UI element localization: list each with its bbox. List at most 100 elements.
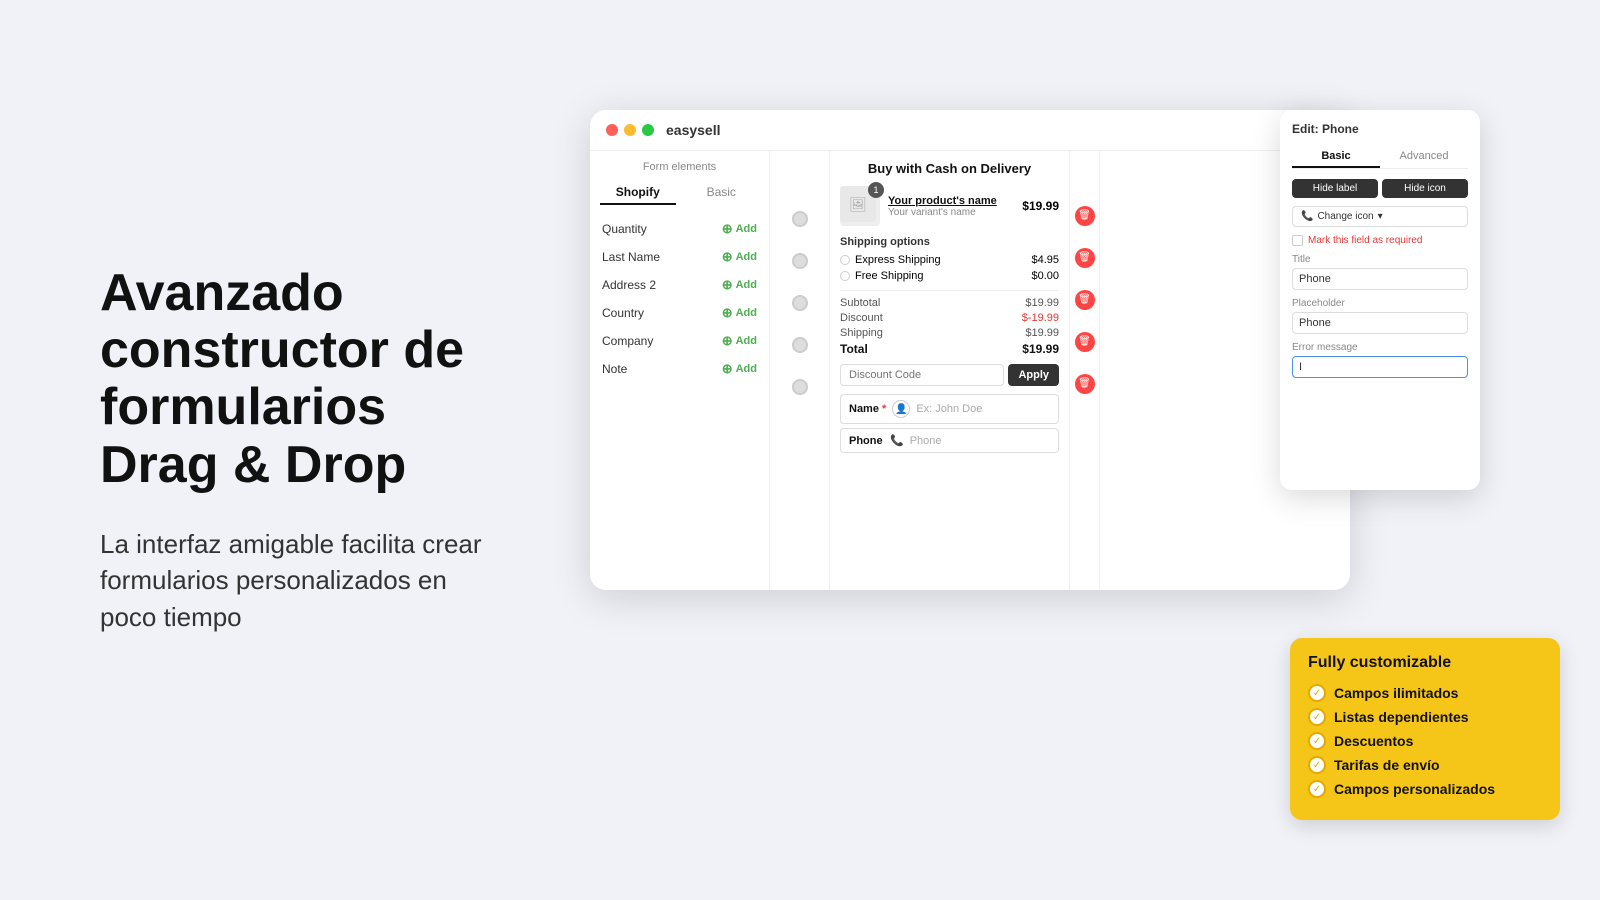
phone-small-icon: 📞 xyxy=(1301,211,1313,222)
product-variant: Your variant's name xyxy=(888,207,1014,218)
add-address2-button[interactable]: ⊕ Add xyxy=(722,277,757,293)
shipping-option-express[interactable]: Express Shipping $4.95 xyxy=(840,254,1059,266)
check-icon-3: ✓ xyxy=(1308,732,1326,750)
hide-icon-button[interactable]: Hide icon xyxy=(1382,179,1468,198)
drag-circle-4 xyxy=(792,337,808,353)
delete-btn-4[interactable]: 🗑 xyxy=(1075,332,1095,352)
form-item-company-label: Company xyxy=(602,334,653,348)
trash-icon-2: 🗑 xyxy=(1078,253,1091,263)
discount-code-input[interactable] xyxy=(840,364,1004,386)
plus-icon-4: ⊕ xyxy=(722,305,733,321)
check-icon-5: ✓ xyxy=(1308,780,1326,798)
add-note-label: Add xyxy=(736,363,757,375)
total-row: Total $19.99 xyxy=(840,342,1059,356)
feature-text-5: Campos personalizados xyxy=(1334,781,1495,797)
hero-section: Avanzado constructor de formularios Drag… xyxy=(0,205,560,695)
add-quantity-label: Add xyxy=(736,223,757,235)
tab-shopify[interactable]: Shopify xyxy=(600,181,676,205)
product-image: 1 🖼 xyxy=(840,186,880,226)
title-input[interactable] xyxy=(1292,268,1468,290)
drag-circle-3 xyxy=(792,295,808,311)
shipping-row: Shipping $19.99 xyxy=(840,327,1059,339)
total-label: Total xyxy=(840,342,868,356)
edit-tab-basic[interactable]: Basic xyxy=(1292,146,1380,168)
shipping-label: Shipping xyxy=(840,327,883,339)
order-title: Buy with Cash on Delivery xyxy=(840,161,1059,176)
edit-tabs: Basic Advanced xyxy=(1292,146,1468,169)
plus-icon-2: ⊕ xyxy=(722,249,733,265)
form-item-quantity-label: Quantity xyxy=(602,222,647,236)
free-shipping-price: $0.00 xyxy=(1031,270,1059,282)
add-company-button[interactable]: ⊕ Add xyxy=(722,333,757,349)
error-section-label: Error message xyxy=(1292,342,1468,353)
discount-label: Discount xyxy=(840,312,883,324)
person-icon: 👤 xyxy=(892,400,910,418)
subtotal-row: Subtotal $19.99 xyxy=(840,297,1059,309)
drag-circle-5 xyxy=(792,379,808,395)
required-label: Mark this field as required xyxy=(1308,235,1423,246)
delete-btn-5[interactable]: 🗑 xyxy=(1075,374,1095,394)
tab-basic[interactable]: Basic xyxy=(684,181,760,205)
window-body: Form elements Shopify Basic Quantity ⊕ A… xyxy=(590,151,1350,590)
image-icon: 🖼 xyxy=(849,196,867,213)
feature-text-4: Tarifas de envío xyxy=(1334,757,1440,773)
feature-item-5: ✓ Campos personalizados xyxy=(1308,780,1542,798)
hide-label-button[interactable]: Hide label xyxy=(1292,179,1378,198)
add-country-button[interactable]: ⊕ Add xyxy=(722,305,757,321)
free-shipping-label: Free Shipping xyxy=(855,270,924,282)
add-address2-label: Add xyxy=(736,279,757,291)
shipping-option-express-left: Express Shipping xyxy=(840,254,941,266)
hero-title: Avanzado constructor de formularios Drag… xyxy=(100,265,500,494)
placeholder-input[interactable] xyxy=(1292,312,1468,334)
apply-button[interactable]: Apply xyxy=(1008,364,1059,386)
required-checkbox[interactable] xyxy=(1292,235,1303,246)
required-checkbox-row[interactable]: Mark this field as required xyxy=(1292,235,1468,246)
shipping-title: Shipping options xyxy=(840,236,1059,248)
form-item-quantity: Quantity ⊕ Add xyxy=(590,215,769,243)
divider-1 xyxy=(840,290,1059,291)
feature-item-1: ✓ Campos ilimitados xyxy=(1308,684,1542,702)
form-item-country: Country ⊕ Add xyxy=(590,299,769,327)
add-lastname-button[interactable]: ⊕ Add xyxy=(722,249,757,265)
title-section: Title xyxy=(1292,254,1468,290)
row-controls: 🗑 🗑 🗑 🗑 🗑 xyxy=(1070,151,1100,590)
discount-value: $-19.99 xyxy=(1022,312,1059,324)
feature-text-2: Listas dependientes xyxy=(1334,709,1469,725)
title-section-label: Title xyxy=(1292,254,1468,265)
change-icon-button[interactable]: 📞 Change icon ▾ xyxy=(1292,206,1468,227)
phone-field-label: Phone xyxy=(849,435,884,447)
delete-btn-3[interactable]: 🗑 xyxy=(1075,290,1095,310)
name-field-label: Name * xyxy=(849,403,886,415)
add-quantity-button[interactable]: ⊕ Add xyxy=(722,221,757,237)
traffic-light-yellow[interactable] xyxy=(624,124,636,136)
traffic-light-green[interactable] xyxy=(642,124,654,136)
shipping-option-free[interactable]: Free Shipping $0.00 xyxy=(840,270,1059,282)
form-item-company: Company ⊕ Add xyxy=(590,327,769,355)
form-item-address2-label: Address 2 xyxy=(602,278,656,292)
radio-free xyxy=(840,271,850,281)
add-note-button[interactable]: ⊕ Add xyxy=(722,361,757,377)
subtotal-value: $19.99 xyxy=(1025,297,1059,309)
trash-icon-4: 🗑 xyxy=(1078,337,1091,347)
traffic-light-red[interactable] xyxy=(606,124,618,136)
add-lastname-label: Add xyxy=(736,251,757,263)
edit-panel: Edit: Phone Basic Advanced Hide label Hi… xyxy=(1280,110,1480,490)
delete-btn-2[interactable]: 🗑 xyxy=(1075,248,1095,268)
check-icon-1: ✓ xyxy=(1308,684,1326,702)
form-item-lastname: Last Name ⊕ Add xyxy=(590,243,769,271)
required-star: * xyxy=(882,403,886,415)
express-shipping-price: $4.95 xyxy=(1031,254,1059,266)
form-item-lastname-label: Last Name xyxy=(602,250,660,264)
placeholder-section-label: Placeholder xyxy=(1292,298,1468,309)
discount-row: Discount $-19.99 xyxy=(840,312,1059,324)
add-company-label: Add xyxy=(736,335,757,347)
plus-icon-3: ⊕ xyxy=(722,277,733,293)
error-section: Error message xyxy=(1292,342,1468,378)
edit-tab-advanced[interactable]: Advanced xyxy=(1380,146,1468,168)
delete-btn-1[interactable]: 🗑 xyxy=(1075,206,1095,226)
right-section: easysell Form elements Shopify Basic Qua… xyxy=(560,0,1600,900)
form-item-country-label: Country xyxy=(602,306,644,320)
placeholder-section: Placeholder xyxy=(1292,298,1468,334)
product-info: Your product's name Your variant's name xyxy=(888,195,1014,218)
error-input[interactable] xyxy=(1292,356,1468,378)
